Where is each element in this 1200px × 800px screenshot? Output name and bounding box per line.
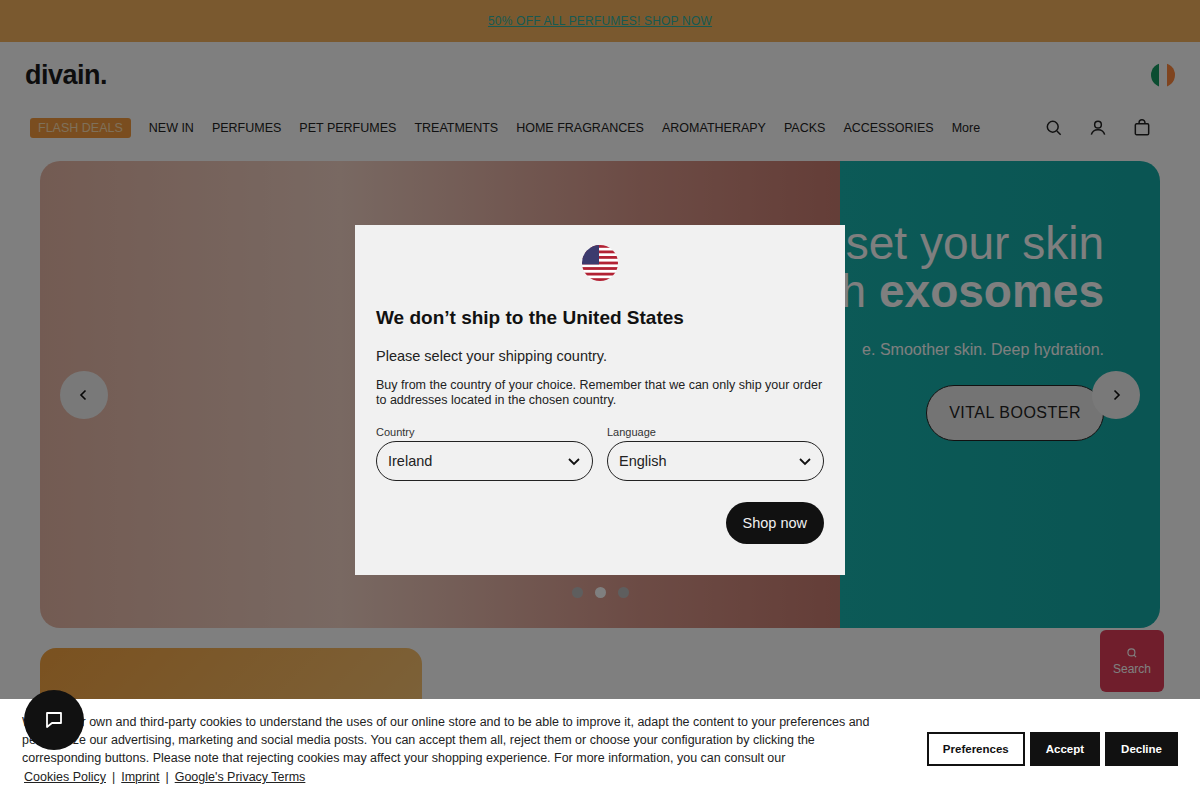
field-label: Language xyxy=(607,426,824,438)
modal-fields: Country Ireland Language English xyxy=(376,426,824,481)
modal-subtitle: Please select your shipping country. xyxy=(376,348,824,364)
select-box[interactable]: Ireland xyxy=(376,441,593,481)
link-separator: | xyxy=(165,770,168,784)
page: 50% OFF ALL PERFUMES! SHOP NOWdivain.FLA… xyxy=(0,0,1200,800)
modal-title: We don’t ship to the United States xyxy=(376,307,824,329)
chat-button[interactable] xyxy=(24,690,84,750)
chevron-down-icon xyxy=(797,453,813,469)
cookie-link[interactable]: Cookies Policy xyxy=(24,770,106,784)
cookie-banner: We use our own and third-party cookies t… xyxy=(0,699,1200,800)
shop-now-button[interactable]: Shop now xyxy=(726,502,825,544)
cookie-links: Cookies Policy | Imprint | Google's Privacy … xyxy=(22,770,897,784)
cookie-buttons: PreferencesAcceptDecline xyxy=(927,732,1178,766)
modal-description: Buy from the country of your choice. Rem… xyxy=(376,378,824,408)
chat-bubble-icon xyxy=(42,708,66,732)
select-field: Language English xyxy=(607,426,824,481)
select-box[interactable]: English xyxy=(607,441,824,481)
cookie-link[interactable]: Imprint xyxy=(121,770,159,784)
cookie-button[interactable]: Preferences xyxy=(927,732,1025,766)
cookie-button[interactable]: Accept xyxy=(1030,732,1100,766)
cookie-button[interactable]: Decline xyxy=(1105,732,1178,766)
select-field: Country Ireland xyxy=(376,426,593,481)
country-modal: We don’t ship to the United States Please… xyxy=(355,225,845,575)
cookie-text: We use our own and third-party cookies t… xyxy=(22,713,897,767)
link-separator: | xyxy=(112,770,115,784)
chevron-down-icon xyxy=(566,453,582,469)
us-flag-icon xyxy=(582,245,618,281)
cookie-link[interactable]: Google's Privacy Terms xyxy=(175,770,306,784)
field-label: Country xyxy=(376,426,593,438)
